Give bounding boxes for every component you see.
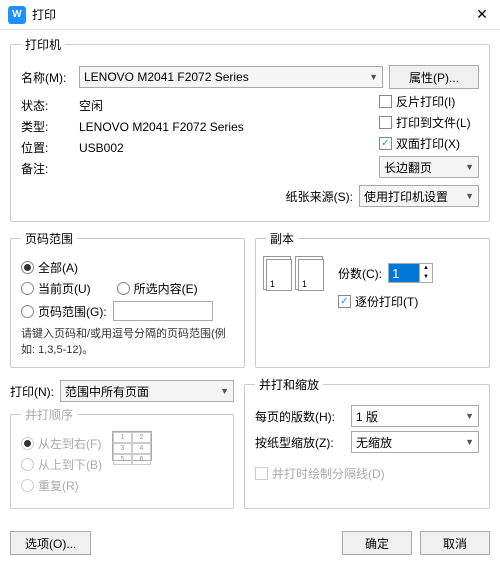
radio-icon — [21, 305, 34, 318]
pages-per-combo[interactable]: 1 版▼ — [351, 405, 479, 427]
spin-down-icon[interactable]: ▼ — [420, 273, 432, 282]
printer-legend: 打印机 — [21, 36, 65, 53]
titlebar: W 打印 ✕ — [0, 0, 500, 30]
spin-up-icon[interactable]: ▲ — [420, 264, 432, 273]
order-legend: 并打顺序 — [21, 406, 77, 423]
duplex-mode-combo[interactable]: 长边翻页▼ — [379, 156, 479, 178]
close-icon[interactable]: ✕ — [472, 6, 492, 23]
properties-button[interactable]: 属性(P)... — [389, 65, 479, 89]
printer-name-value: LENOVO M2041 F2072 Series — [84, 70, 249, 84]
collate-icons — [266, 259, 324, 291]
checkbox-icon: ✓ — [338, 295, 351, 308]
chevron-down-icon: ▼ — [465, 437, 474, 447]
options-button[interactable]: 选项(O)... — [10, 531, 91, 555]
range-legend: 页码范围 — [21, 230, 77, 247]
order-group: 并打顺序 从左到右(F) 从上到下(B) 重复(R) 123456 — [10, 406, 234, 509]
radio-icon — [21, 479, 34, 492]
status-label: 状态: — [21, 97, 73, 114]
print-what-label: 打印(N): — [10, 383, 54, 400]
range-all-radio[interactable]: 全部(A) — [21, 259, 234, 276]
cancel-button[interactable]: 取消 — [420, 531, 490, 555]
type-value: LENOVO M2041 F2072 Series — [79, 120, 244, 134]
scale-combo[interactable]: 无缩放▼ — [351, 431, 479, 453]
scale-label: 按纸型缩放(Z): — [255, 434, 345, 451]
chevron-down-icon: ▼ — [465, 162, 474, 172]
checkbox-icon — [379, 116, 392, 129]
where-label: 位置: — [21, 139, 73, 156]
radio-icon — [21, 282, 34, 295]
copies-input[interactable] — [389, 264, 419, 282]
document-icon — [266, 259, 292, 291]
collate-check[interactable]: ✓逐份打印(T) — [338, 293, 433, 310]
checkbox-icon — [255, 467, 268, 480]
radio-icon — [117, 282, 130, 295]
app-icon: W — [8, 6, 26, 24]
range-group: 页码范围 全部(A) 当前页(U) 所选内容(E) 页码范围(G): 请键入页码… — [10, 230, 245, 368]
range-selection-radio[interactable]: 所选内容(E) — [117, 280, 198, 297]
to-file-check[interactable]: 打印到文件(L) — [379, 114, 479, 131]
draw-lines-check: 并打时绘制分隔线(D) — [255, 465, 479, 482]
copies-spinner[interactable]: ▲▼ — [388, 263, 433, 283]
range-hint: 请键入页码和/或用逗号分隔的页码范围(例如: 1,3,5-12)。 — [21, 325, 234, 357]
status-value: 空闲 — [79, 97, 103, 114]
chevron-down-icon: ▼ — [369, 72, 378, 82]
where-value: USB002 — [79, 141, 124, 155]
order-preview-icon: 123456 — [112, 431, 152, 461]
zoom-group: 并打和缩放 每页的版数(H): 1 版▼ 按纸型缩放(Z): 无缩放▼ 并打时绘… — [244, 376, 490, 509]
printer-group: 打印机 名称(M): LENOVO M2041 F2072 Series ▼ 属… — [10, 36, 490, 222]
zoom-legend: 并打和缩放 — [255, 376, 323, 393]
printer-name-combo[interactable]: LENOVO M2041 F2072 Series ▼ — [79, 66, 383, 88]
radio-icon — [21, 437, 34, 450]
copies-legend: 副本 — [266, 230, 298, 247]
range-pages-radio[interactable]: 页码范围(G): — [21, 303, 107, 320]
source-label: 纸张来源(S): — [286, 188, 353, 205]
print-what-combo[interactable]: 范围中所有页面▼ — [60, 380, 234, 402]
document-icon — [298, 259, 324, 291]
copies-group: 副本 份数(C): ▲▼ ✓逐份打印(T) — [255, 230, 490, 368]
order-lr-radio: 从左到右(F) — [21, 435, 102, 452]
order-tb-radio: 从上到下(B) — [21, 456, 102, 473]
type-label: 类型: — [21, 118, 73, 135]
range-pages-input[interactable] — [113, 301, 213, 321]
copies-label: 份数(C): — [338, 265, 382, 282]
checkbox-icon: ✓ — [379, 137, 392, 150]
name-label: 名称(M): — [21, 69, 73, 86]
duplex-check[interactable]: ✓双面打印(X) — [379, 135, 479, 152]
checkbox-icon — [379, 95, 392, 108]
chevron-down-icon: ▼ — [220, 386, 229, 396]
source-combo[interactable]: 使用打印机设置▼ — [359, 185, 479, 207]
chevron-down-icon: ▼ — [465, 191, 474, 201]
window-title: 打印 — [32, 6, 472, 23]
radio-icon — [21, 458, 34, 471]
pages-per-label: 每页的版数(H): — [255, 408, 345, 425]
reverse-check[interactable]: 反片打印(I) — [379, 93, 479, 110]
order-repeat-radio: 重复(R) — [21, 477, 102, 494]
radio-icon — [21, 261, 34, 274]
range-current-radio[interactable]: 当前页(U) — [21, 280, 91, 297]
ok-button[interactable]: 确定 — [342, 531, 412, 555]
chevron-down-icon: ▼ — [465, 411, 474, 421]
comment-label: 备注: — [21, 160, 73, 177]
